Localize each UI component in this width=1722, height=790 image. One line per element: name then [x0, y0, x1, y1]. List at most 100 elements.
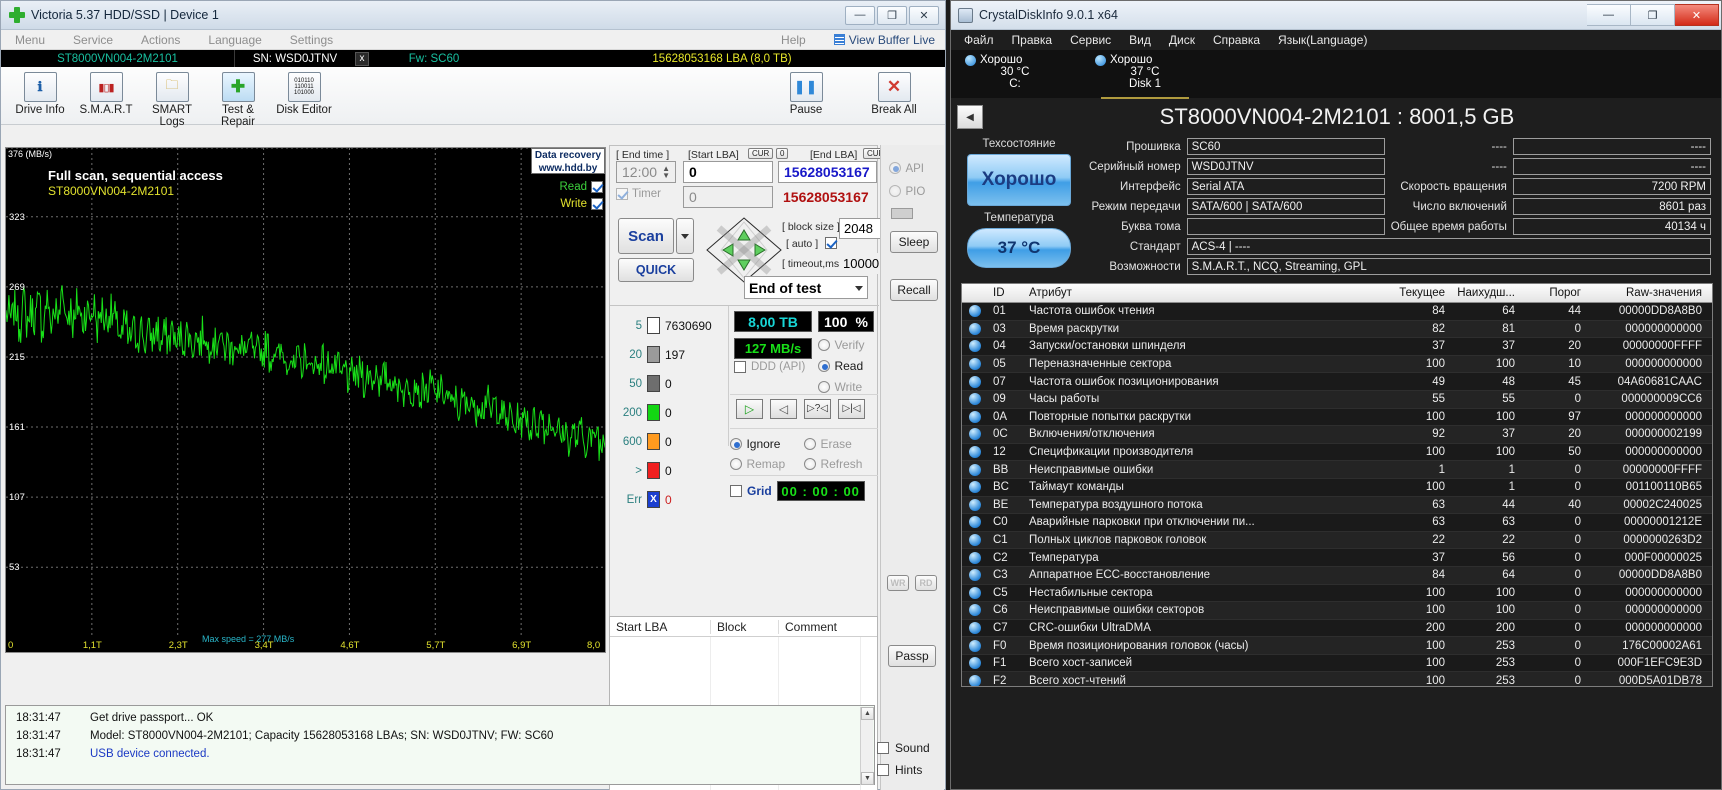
ignore-option[interactable]: Ignore: [730, 435, 794, 453]
toolbar-break-all-button[interactable]: ✕ Break All: [861, 70, 927, 116]
smart-row[interactable]: C7CRC-ошибки UltraDMA2002000000000000000: [962, 620, 1712, 638]
erase-radio[interactable]: [804, 438, 816, 450]
toolbar-drive-info[interactable]: ℹ Drive Info: [7, 70, 73, 116]
smart-row[interactable]: F2Всего хост-чтений1002530000D5A01DB78: [962, 672, 1712, 687]
smart-row[interactable]: BCТаймаут команды10010001100110B65: [962, 479, 1712, 497]
pio-option[interactable]: PIO: [889, 182, 944, 200]
start-lba-zero-button[interactable]: 0: [776, 148, 788, 159]
victoria-maximize-button[interactable]: ❐: [877, 6, 907, 25]
disk-tab-disk1[interactable]: Хорошо 37 °C Disk 1: [1095, 54, 1195, 98]
passp-button[interactable]: Passp: [888, 645, 936, 667]
end-lba-input[interactable]: 15628053167: [778, 161, 877, 183]
step-mid-icon[interactable]: ▷?◁: [804, 399, 831, 419]
menu-item-menu[interactable]: Menu: [1, 33, 59, 47]
menu-item-settings[interactable]: Settings: [276, 33, 347, 47]
smart-attributes-table[interactable]: ID Атрибут Текущее Наихудш... Порог Raw-…: [961, 283, 1713, 687]
scroll-down-icon[interactable]: ▼: [861, 772, 874, 785]
smart-row[interactable]: C6Неисправимые ошибки секторов1001000000…: [962, 602, 1712, 620]
prev-disk-button[interactable]: ◀: [957, 105, 983, 129]
cdi-menu-view[interactable]: Вид: [1120, 33, 1160, 47]
toolbar-smart-logs[interactable]: 🗀 SMART Logs: [139, 70, 205, 128]
scroll-up-icon[interactable]: ▲: [861, 707, 874, 720]
write-toggle-row[interactable]: Write: [531, 195, 603, 212]
read-toggle-row[interactable]: Read: [531, 178, 603, 195]
toolbar-disk-editor[interactable]: 010110110011101000 Disk Editor: [271, 70, 337, 116]
smart-row[interactable]: C3Аппаратное ECC-восстановление846400000…: [962, 567, 1712, 585]
play-forward-icon[interactable]: ▷: [736, 399, 763, 419]
scan-button[interactable]: Scan: [618, 218, 674, 254]
read-checkbox[interactable]: [591, 181, 603, 193]
menu-item-service[interactable]: Service: [59, 33, 127, 47]
start-lba-input[interactable]: 0: [683, 161, 773, 183]
smart-row[interactable]: F0Время позиционирования головок (часы)1…: [962, 637, 1712, 655]
grid-checkbox[interactable]: [730, 485, 742, 497]
quick-button[interactable]: QUICK: [618, 258, 694, 282]
toolbar-smart[interactable]: ▮▯▮ S.M.A.R.T: [73, 70, 139, 116]
smart-row[interactable]: 09Часы работы55550000000009CC6: [962, 391, 1712, 409]
refresh-option[interactable]: Refresh: [804, 455, 862, 473]
erase-option[interactable]: Erase: [804, 435, 852, 453]
smart-row[interactable]: 03Время раскрутки82810000000000000: [962, 321, 1712, 339]
wr-button[interactable]: WR: [887, 575, 909, 591]
write-checkbox[interactable]: [591, 198, 603, 210]
pio-radio[interactable]: [889, 185, 901, 197]
smart-row[interactable]: F1Всего хост-записей1002530000F1EFC9E3D: [962, 655, 1712, 673]
timer-checkbox[interactable]: [616, 188, 628, 200]
smart-row[interactable]: 07Частота ошибок позиционирования4948450…: [962, 373, 1712, 391]
cdi-maximize-button[interactable]: ❐: [1631, 4, 1675, 26]
cdi-menu-service[interactable]: Сервис: [1061, 33, 1120, 47]
read-radio[interactable]: [818, 360, 830, 372]
menu-item-language[interactable]: Language: [194, 33, 275, 47]
cdi-menu-file[interactable]: Файл: [955, 33, 1003, 47]
write-radio[interactable]: [818, 381, 830, 393]
cdi-menu-edit[interactable]: Правка: [1003, 33, 1062, 47]
play-back-icon[interactable]: ◁: [770, 399, 797, 419]
verify-radio[interactable]: [818, 339, 830, 351]
end-of-test-combo[interactable]: End of test: [744, 276, 868, 299]
mode-read-row[interactable]: Read: [818, 357, 863, 375]
end-time-input[interactable]: 12:00 ▲▼: [616, 161, 676, 183]
victoria-close-button[interactable]: ✕: [909, 6, 939, 25]
smart-row[interactable]: BEТемпература воздушного потока634440000…: [962, 497, 1712, 515]
smart-row[interactable]: 0CВключения/отключения923720000000002199: [962, 426, 1712, 444]
device-clear-button[interactable]: x: [355, 52, 369, 66]
cdi-menu-disk[interactable]: Диск: [1160, 33, 1204, 47]
mode-verify-row[interactable]: Verify: [818, 336, 864, 354]
ignore-radio[interactable]: [730, 438, 742, 450]
scan-direction-pad[interactable]: [705, 216, 783, 284]
remap-radio[interactable]: [730, 458, 742, 470]
log-panel[interactable]: 18:31:47Get drive passport... OK18:31:47…: [5, 705, 875, 785]
cdi-menu-language[interactable]: Язык(Language): [1269, 33, 1376, 47]
cdi-close-button[interactable]: ✕: [1675, 4, 1719, 26]
hints-option[interactable]: Hints: [877, 759, 939, 781]
victoria-minimize-button[interactable]: —: [845, 6, 875, 25]
remap-option[interactable]: Remap: [730, 455, 794, 473]
smart-row[interactable]: 12Спецификации производителя100100500000…: [962, 444, 1712, 462]
timer-row[interactable]: Timer: [616, 188, 661, 200]
smart-row[interactable]: C5Нестабильные сектора100100000000000000…: [962, 585, 1712, 603]
timer-input[interactable]: 0: [683, 186, 773, 208]
view-buffer-live-button[interactable]: View Buffer Live: [820, 33, 945, 47]
scan-graph[interactable]: 376 (MB/s) Full scan, sequential access …: [5, 147, 606, 653]
smart-row[interactable]: 04Запуски/остановки шпинделя373720000000…: [962, 338, 1712, 356]
smart-row[interactable]: 05Переназначенные сектора100100100000000…: [962, 356, 1712, 374]
step-end-icon[interactable]: ▷|◁: [838, 399, 865, 419]
log-scrollbar[interactable]: ▲ ▼: [860, 707, 873, 785]
data-recovery-banner[interactable]: Data recovery www.hdd.by: [531, 148, 605, 174]
smart-row[interactable]: C2Температура37560000F00000025: [962, 549, 1712, 567]
cdi-minimize-button[interactable]: —: [1587, 4, 1631, 26]
toolbar-test-repair[interactable]: ✚ Test & Repair: [205, 70, 271, 128]
smart-row[interactable]: C1Полных циклов парковок головок22220000…: [962, 532, 1712, 550]
auto-checkbox[interactable]: [825, 237, 837, 249]
sound-option[interactable]: Sound: [877, 737, 939, 759]
disk-tab-c[interactable]: Хорошо 30 °C C:: [965, 54, 1065, 98]
sound-checkbox[interactable]: [877, 742, 889, 754]
menu-item-help[interactable]: Help: [767, 33, 820, 47]
recall-button[interactable]: Recall: [890, 279, 938, 301]
rd-button[interactable]: RD: [915, 575, 937, 591]
toolbar-pause-button[interactable]: ❚❚ Pause: [773, 70, 839, 116]
scan-dropdown-button[interactable]: [676, 218, 694, 254]
api-option[interactable]: API: [889, 159, 944, 177]
ddd-api-row[interactable]: DDD (API): [734, 361, 805, 373]
menu-item-actions[interactable]: Actions: [127, 33, 194, 47]
